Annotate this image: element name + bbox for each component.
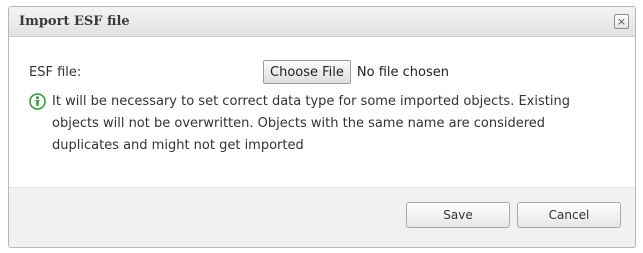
info-person-icon: [29, 93, 46, 110]
info-text: It will be necessary to set correct data…: [52, 94, 570, 153]
dialog-title: Import ESF file: [19, 14, 130, 29]
choose-file-button[interactable]: Choose File: [263, 60, 351, 84]
close-button[interactable]: ×: [614, 14, 629, 29]
dialog-footer: Save Cancel: [9, 187, 635, 247]
no-file-chosen-text: No file chosen: [356, 64, 449, 80]
cancel-button[interactable]: Cancel: [517, 202, 621, 228]
esf-file-label: ESF file:: [29, 64, 82, 80]
import-esf-dialog: Import ESF file × ESF file: Choose File …: [8, 6, 636, 248]
close-icon: ×: [616, 15, 627, 28]
info-message: It will be necessary to set correct data…: [29, 91, 615, 157]
file-field-row: ESF file: Choose File No file chosen: [29, 59, 615, 85]
dialog-titlebar: Import ESF file ×: [9, 7, 635, 37]
save-button[interactable]: Save: [406, 202, 510, 228]
dialog-body: ESF file: Choose File No file chosen It …: [9, 37, 635, 188]
